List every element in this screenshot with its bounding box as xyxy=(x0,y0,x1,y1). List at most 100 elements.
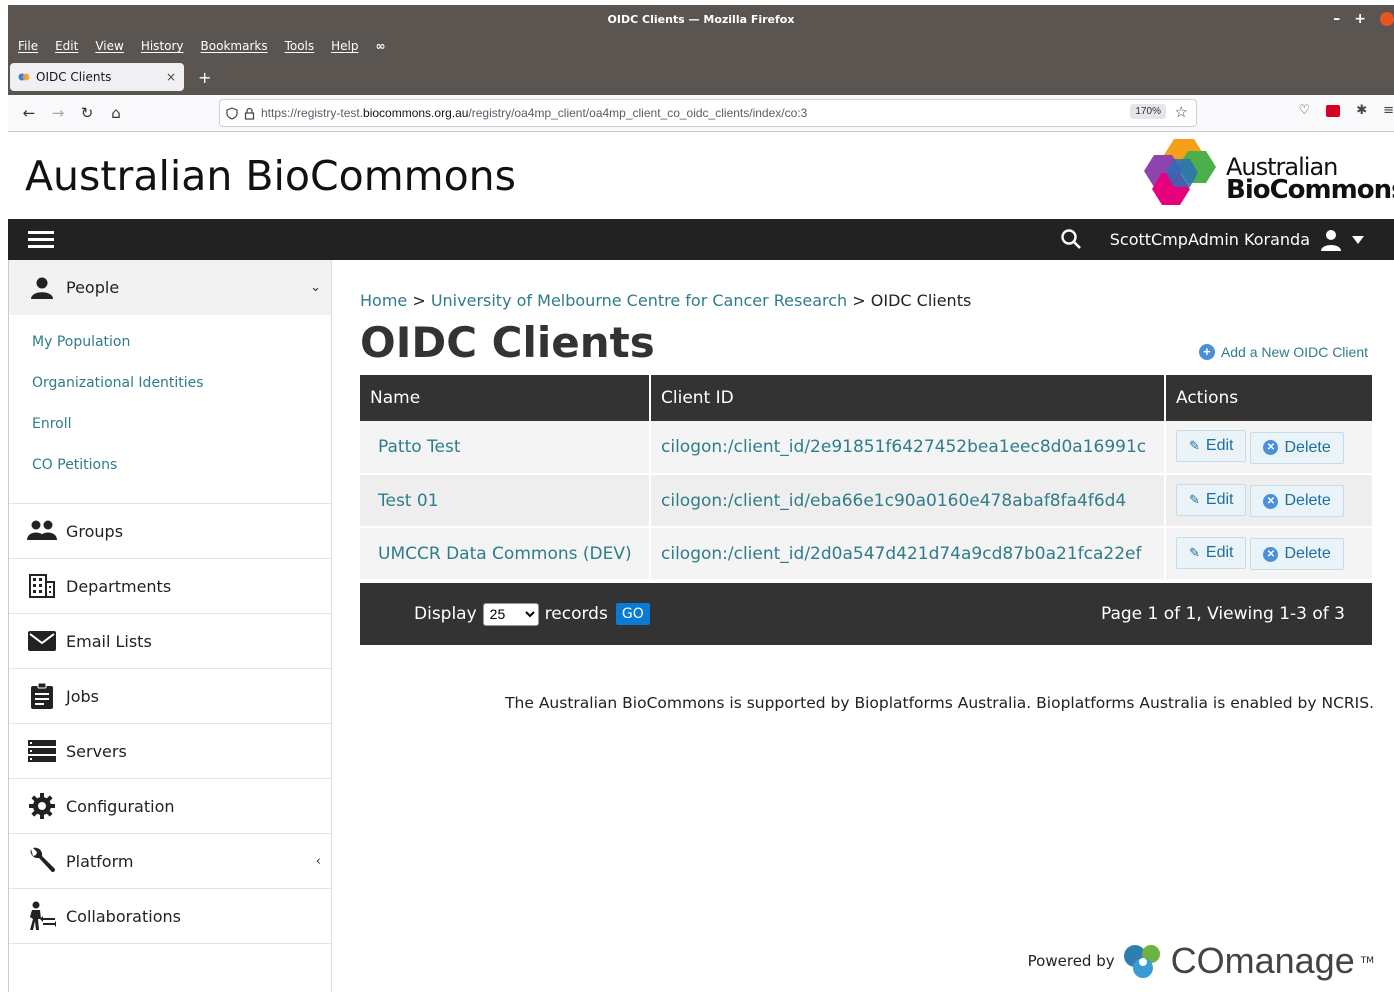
sidebar-link-co-petitions[interactable]: CO Petitions xyxy=(9,450,331,491)
delete-button[interactable]: ✕ Delete xyxy=(1250,538,1344,571)
display-label: Display xyxy=(414,604,477,624)
lock-icon xyxy=(244,107,255,120)
bookmark-star-icon[interactable]: ☆ xyxy=(1175,103,1188,121)
breadcrumb-home[interactable]: Home xyxy=(360,291,407,310)
url-path: /registry/oa4mp_client/oa4mp_client_co_o… xyxy=(468,106,808,120)
delete-button[interactable]: ✕ Delete xyxy=(1250,431,1344,464)
edit-button[interactable]: ✎ Edit xyxy=(1176,536,1247,569)
delete-label: Delete xyxy=(1284,545,1331,563)
user-name: ScottCmpAdmin Koranda xyxy=(1109,230,1310,249)
sidebar-item-email-lists[interactable]: Email Lists xyxy=(9,614,331,669)
maximize-button[interactable]: + xyxy=(1354,11,1366,27)
url-prefix: https://registry-test. xyxy=(261,106,364,120)
menu-tools[interactable]: Tools xyxy=(285,39,315,53)
powered-by[interactable]: Powered by COmanage TM xyxy=(1028,940,1374,982)
menu-history[interactable]: History xyxy=(141,39,184,53)
go-button[interactable]: GO xyxy=(615,603,650,625)
sidebar-item-configuration[interactable]: Configuration xyxy=(9,779,331,834)
privacy-extension-icon[interactable]: ✱ xyxy=(1356,103,1367,118)
hamburger-menu-icon[interactable] xyxy=(28,227,54,252)
user-menu[interactable]: ScottCmpAdmin Koranda xyxy=(1110,219,1364,260)
client-name-link[interactable]: Patto Test xyxy=(370,437,461,457)
client-id-link[interactable]: cilogon:/client_id/2d0a547d421d74a9cd87b… xyxy=(661,544,1141,564)
zoom-indicator[interactable]: 170% xyxy=(1130,104,1166,119)
table-row: Patto Test cilogon:/client_id/2e91851f64… xyxy=(360,421,1372,475)
edit-button[interactable]: ✎ Edit xyxy=(1176,483,1247,516)
sidebar-link-enroll[interactable]: Enroll xyxy=(9,409,331,450)
url-bar[interactable]: https://registry-test. biocommons.org.au /… xyxy=(219,99,1197,127)
sidebar-item-platform[interactable]: Platform ‹ xyxy=(9,834,331,889)
sidebar-item-label: Collaborations xyxy=(66,906,181,926)
reload-button[interactable]: ↻ xyxy=(79,104,95,122)
shield-icon xyxy=(226,106,238,120)
favicon-icon xyxy=(18,73,30,81)
x-circle-icon: ✕ xyxy=(1263,546,1279,562)
sidebar-item-collaborations[interactable]: Collaborations xyxy=(9,889,331,944)
edit-button[interactable]: ✎ Edit xyxy=(1176,430,1247,463)
main-content: Home > University of Melbourne Centre fo… xyxy=(360,260,1394,992)
client-id-link[interactable]: cilogon:/client_id/2e91851f6427452bea1ee… xyxy=(661,437,1146,457)
sidebar-item-jobs[interactable]: Jobs xyxy=(9,669,331,724)
breadcrumb: Home > University of Melbourne Centre fo… xyxy=(360,291,971,310)
menu-file[interactable]: File xyxy=(18,39,38,53)
user-icon xyxy=(1321,229,1341,251)
breadcrumb-org[interactable]: University of Melbourne Centre for Cance… xyxy=(431,291,847,310)
add-oidc-client-button[interactable]: + Add a New OIDC Client xyxy=(1198,344,1368,360)
pencil-icon: ✎ xyxy=(1189,544,1200,560)
back-button[interactable]: ← xyxy=(21,104,37,122)
tab-oidc-clients[interactable]: OIDC Clients × xyxy=(10,63,184,91)
menu-help[interactable]: Help xyxy=(331,39,358,53)
close-window-button[interactable] xyxy=(1380,12,1394,26)
client-id-link[interactable]: cilogon:/client_id/eba66e1c90a0160e478ab… xyxy=(661,491,1126,511)
gear-icon xyxy=(27,793,57,819)
sidebar-link-my-population[interactable]: My Population xyxy=(9,327,331,368)
add-oidc-client-label: Add a New OIDC Client xyxy=(1220,344,1368,360)
cell-client-id: cilogon:/client_id/eba66e1c90a0160e478ab… xyxy=(650,474,1166,528)
x-circle-icon: ✕ xyxy=(1263,440,1279,456)
cell-client-id: cilogon:/client_id/2e91851f6427452bea1ee… xyxy=(650,421,1166,475)
extension-icon[interactable] xyxy=(1326,104,1341,117)
sidebar-item-label: Jobs xyxy=(66,686,99,706)
window-titlebar: OIDC Clients — Mozilla Firefox – + xyxy=(8,5,1394,33)
sidebar-link-organizational-identities[interactable]: Organizational Identities xyxy=(9,368,331,409)
cell-name: UMCCR Data Commons (DEV) xyxy=(360,527,651,581)
app-menu-icon[interactable]: ≡ xyxy=(1383,103,1394,118)
new-tab-button[interactable]: + xyxy=(198,68,211,87)
x-circle-icon: ✕ xyxy=(1263,493,1279,509)
plus-circle-icon: + xyxy=(1198,344,1215,360)
delete-button[interactable]: ✕ Delete xyxy=(1250,485,1344,518)
sidebar-item-people[interactable]: People ⌄ xyxy=(9,260,331,315)
chevron-left-icon: ‹ xyxy=(315,853,321,869)
sidebar-item-groups[interactable]: Groups xyxy=(9,504,331,559)
sidebar-item-departments[interactable]: Departments xyxy=(9,559,331,614)
window-title: OIDC Clients — Mozilla Firefox xyxy=(607,12,795,26)
pocket-icon[interactable]: ♡ xyxy=(1299,103,1311,118)
sidebar-item-servers[interactable]: Servers xyxy=(9,724,331,779)
cell-actions: ✎ Edit ✕ Delete xyxy=(1165,421,1372,475)
site-title[interactable]: Australian BioCommons xyxy=(25,152,516,200)
infinity-icon[interactable]: ∞ xyxy=(376,39,386,53)
site-header: Australian BioCommons Australian BioComm… xyxy=(8,132,1394,219)
client-name-link[interactable]: Test 01 xyxy=(370,491,439,511)
menu-bookmarks[interactable]: Bookmarks xyxy=(201,39,268,53)
sidebar-item-label: Email Lists xyxy=(66,631,152,651)
forward-button[interactable]: → xyxy=(50,104,66,122)
column-header-client-id[interactable]: Client ID xyxy=(650,375,1166,421)
page-body: People ⌄ My Population Organizational Id… xyxy=(8,260,1394,992)
top-navbar: ScottCmpAdmin Koranda xyxy=(8,219,1394,260)
minimize-button[interactable]: – xyxy=(1333,11,1340,27)
page-size-select[interactable]: 25 xyxy=(482,602,539,626)
menu-edit[interactable]: Edit xyxy=(55,39,78,53)
column-header-name[interactable]: Name xyxy=(360,375,651,421)
tab-close-button[interactable]: × xyxy=(166,70,176,84)
people-submenu: My Population Organizational Identities … xyxy=(9,315,331,504)
logo-text-line2: BioCommons xyxy=(1226,175,1394,205)
sidebar: People ⌄ My Population Organizational Id… xyxy=(8,260,332,992)
client-name-link[interactable]: UMCCR Data Commons (DEV) xyxy=(370,544,632,564)
menu-view[interactable]: View xyxy=(95,39,123,53)
search-icon[interactable] xyxy=(1060,228,1082,250)
cell-actions: ✎ Edit ✕ Delete xyxy=(1165,527,1372,581)
table-row: Test 01 cilogon:/client_id/eba66e1c90a01… xyxy=(360,474,1372,528)
home-button[interactable]: ⌂ xyxy=(108,104,124,122)
browser-window: OIDC Clients — Mozilla Firefox – + File … xyxy=(8,5,1394,992)
